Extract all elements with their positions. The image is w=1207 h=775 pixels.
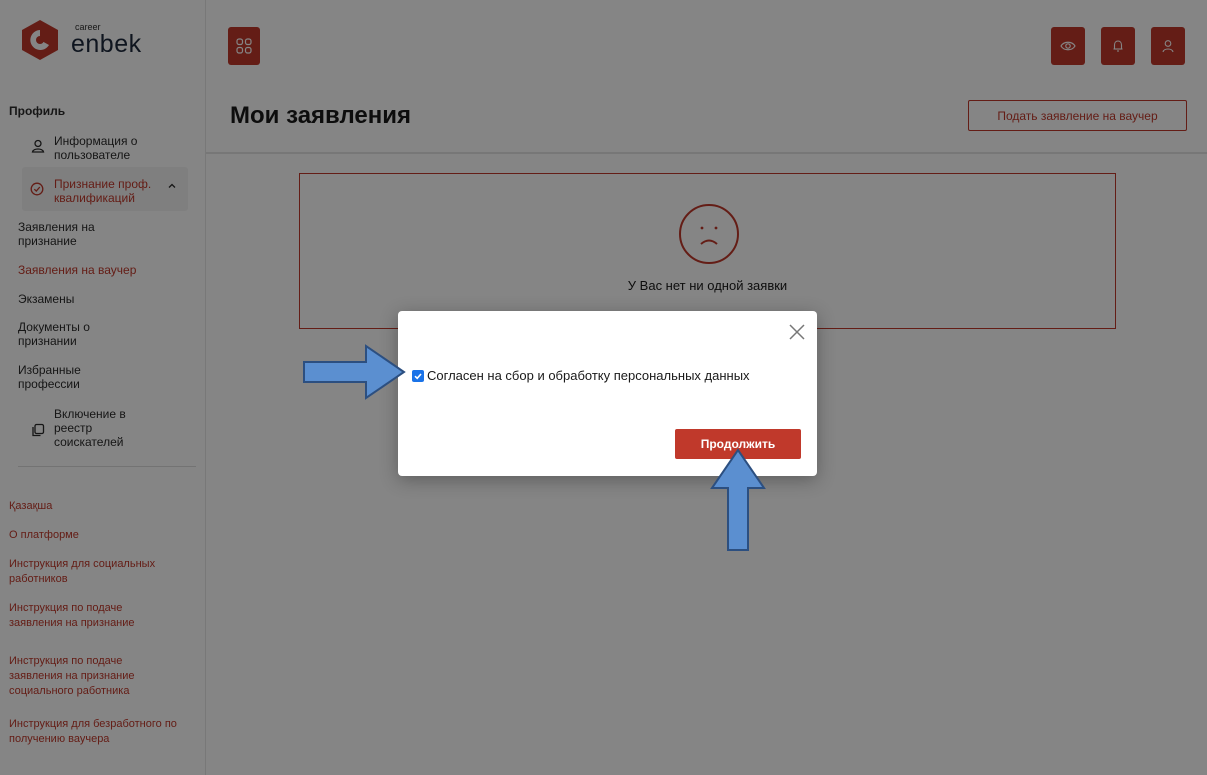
checkmark-icon <box>414 372 422 379</box>
annotation-arrow-up <box>710 448 766 551</box>
app-window: career enbek Профиль Информация о пользо… <box>0 0 1207 775</box>
consent-checkbox[interactable] <box>412 369 424 382</box>
annotation-arrow-right <box>303 344 406 400</box>
close-icon[interactable] <box>786 321 808 343</box>
consent-row: Согласен на сбор и обработку персональны… <box>412 368 750 383</box>
consent-label[interactable]: Согласен на сбор и обработку персональны… <box>427 368 750 383</box>
